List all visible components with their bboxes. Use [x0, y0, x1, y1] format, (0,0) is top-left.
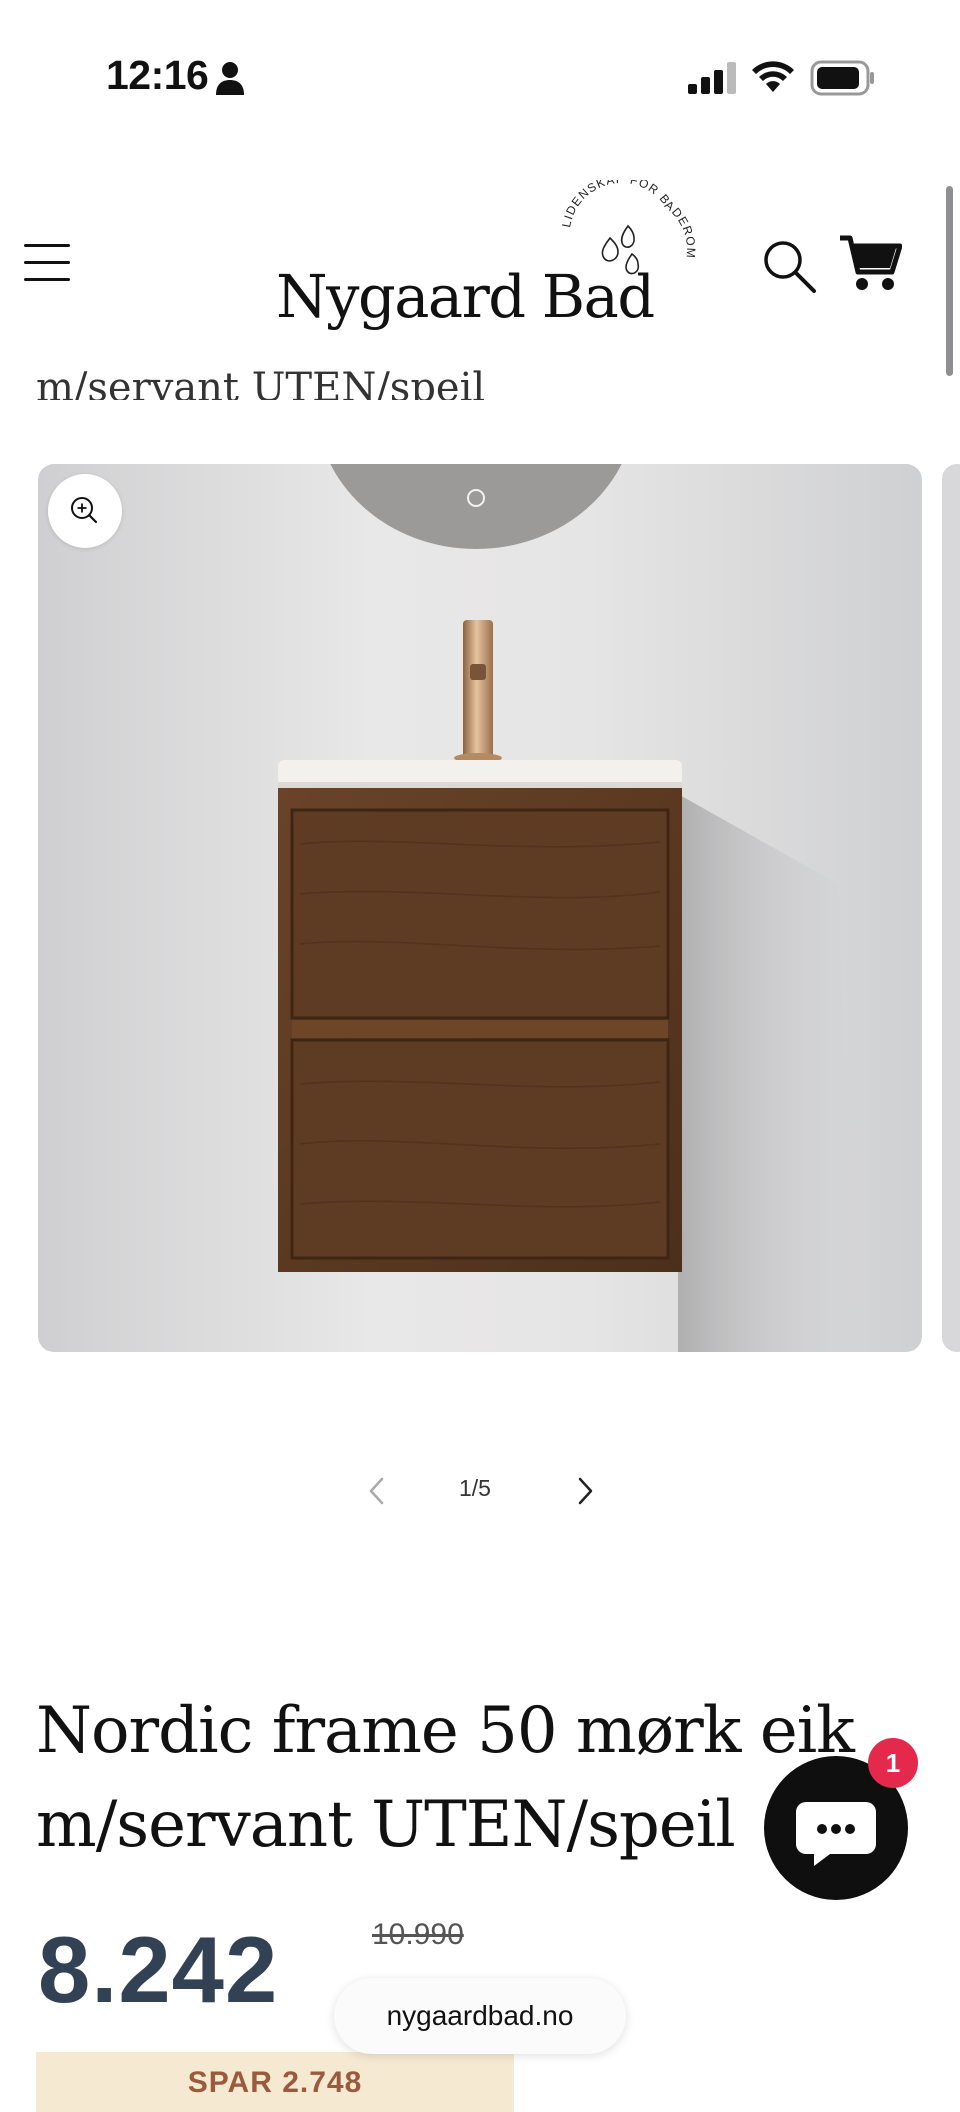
wifi-icon [752, 61, 794, 92]
logo-badge: LIDENSKAP FOR BADEROM [559, 180, 697, 275]
person-icon [216, 62, 244, 95]
chat-notification-badge: 1 [868, 1738, 918, 1788]
original-price: 10.990 [372, 1918, 464, 1951]
sale-price: 8.242 [38, 1917, 279, 2022]
product-image[interactable] [38, 464, 922, 1352]
slide-counter: 1/5 [459, 1475, 491, 1501]
browser-url-bar[interactable]: nygaardbad.no [334, 1978, 626, 2054]
signal-icon [688, 62, 736, 94]
zoom-in-icon[interactable] [48, 474, 122, 548]
url-text: nygaardbad.no [386, 2000, 574, 2031]
chevron-left-icon[interactable] [362, 1474, 390, 1508]
scroll-indicator[interactable] [946, 186, 953, 376]
chevron-right-icon[interactable] [572, 1474, 600, 1508]
status-time: 12:16 [106, 52, 209, 98]
save-badge: SPAR 2.748 [36, 2052, 514, 2112]
hamburger-menu-icon[interactable] [24, 240, 72, 286]
next-slide-preview[interactable] [942, 464, 960, 1352]
product-title-partial: m/servant UTEN/speil [36, 365, 486, 400]
battery-icon [810, 60, 874, 96]
search-icon[interactable] [760, 238, 818, 294]
save-label: SPAR 2.748 [187, 2066, 363, 2099]
product-photo-illustration [218, 464, 858, 1352]
cart-icon[interactable] [838, 232, 902, 294]
